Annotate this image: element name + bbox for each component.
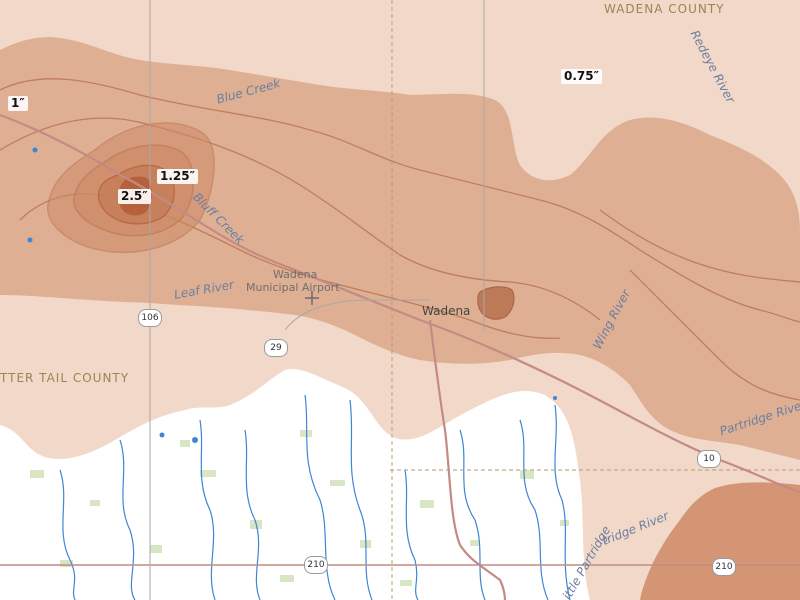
depth-label-1in[interactable]: 1″	[8, 96, 28, 111]
highway-shield-210-east: 210	[712, 558, 736, 576]
snow-depth-map[interactable]: WADENA COUNTY TTER TAIL COUNTY Blue Cree…	[0, 0, 800, 600]
county-label-otter-tail: TTER TAIL COUNTY	[0, 371, 130, 385]
highway-shield-210-west: 210	[304, 556, 328, 574]
label-town-wadena: Wadena	[422, 304, 471, 318]
highway-shield-106: 106	[138, 309, 162, 327]
map-canvas	[0, 0, 800, 600]
highway-shield-10: 10	[697, 450, 721, 468]
depth-label-2-5in[interactable]: 2.5″	[118, 189, 151, 204]
depth-label-1-25in[interactable]: 1.25″	[157, 169, 198, 184]
highway-shield-29: 29	[264, 339, 288, 357]
label-airport-line1: Wadena	[273, 268, 318, 281]
county-label-wadena: WADENA COUNTY	[604, 2, 725, 16]
wadena-peak	[477, 286, 515, 320]
label-airport-line2: Municipal Airport	[246, 281, 340, 294]
depth-label-0-75in[interactable]: 0.75″	[561, 69, 602, 84]
